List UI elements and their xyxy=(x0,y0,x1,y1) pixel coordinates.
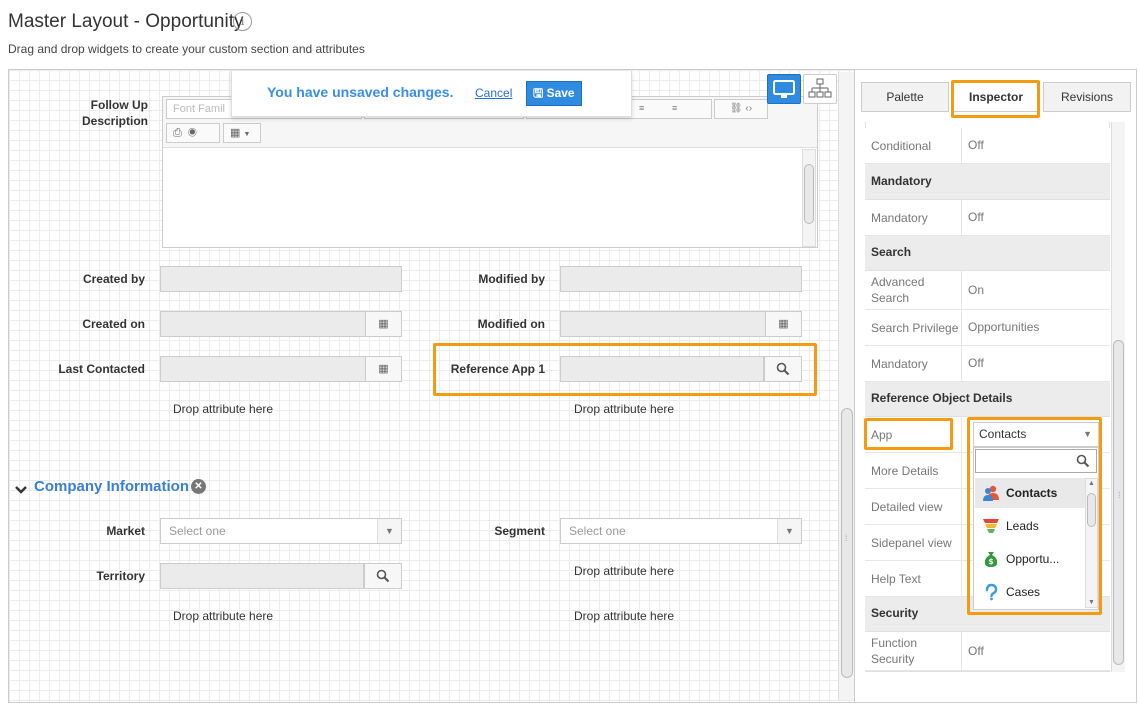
calendar-icon[interactable]: ▦ xyxy=(366,311,402,337)
rich-text-editor[interactable]: Font Famil ≡ ≡ ⛓ ‹› ⎙ ◉ ▦ ▼ xyxy=(162,96,818,248)
property-row: Conditional Off xyxy=(865,128,1110,164)
table-icon: ▦ xyxy=(230,127,241,139)
advanced-search-value[interactable]: On xyxy=(968,283,984,297)
last-contacted-field[interactable] xyxy=(160,356,366,382)
unsaved-message: You have unsaved changes. xyxy=(267,84,454,100)
calendar-icon[interactable]: ▦ xyxy=(366,356,402,382)
app-label-highlight xyxy=(864,418,953,450)
modified-by-label: Modified by xyxy=(478,272,545,286)
section-header: Search xyxy=(865,236,1110,271)
print-preview-buttons[interactable]: ⎙ ◉ xyxy=(166,123,220,143)
collapse-chevron-icon[interactable] xyxy=(14,483,28,497)
search-mandatory-value[interactable]: Off xyxy=(968,356,984,370)
page-subtitle: Drag and drop widgets to create your cus… xyxy=(8,42,365,56)
created-on-field[interactable] xyxy=(160,311,366,337)
preview-icon[interactable]: ◉ xyxy=(188,127,197,139)
segment-select[interactable]: Select one ▼ xyxy=(560,518,802,544)
property-row: Mandatory Off xyxy=(865,346,1110,382)
property-row: Search Privilege Opportunities xyxy=(865,310,1110,346)
inspector-scrollbar[interactable] xyxy=(1111,122,1125,672)
editor-scrollbar[interactable] xyxy=(802,149,816,247)
property-row: Advanced Search On xyxy=(865,271,1110,310)
property-row: Function Security Off xyxy=(865,632,1110,671)
territory-field[interactable] xyxy=(160,563,364,589)
unsaved-changes-bar: You have unsaved changes. Cancel 🖫 Save xyxy=(231,71,632,117)
created-by-field[interactable] xyxy=(160,266,402,292)
monitor-icon xyxy=(773,80,795,98)
drop-zone[interactable]: Drop attribute here xyxy=(173,609,273,623)
conditional-value[interactable]: Off xyxy=(968,138,984,152)
section-title: Company Information xyxy=(34,478,190,495)
modified-by-field[interactable] xyxy=(560,266,802,292)
canvas-scrollbar[interactable] xyxy=(838,72,854,700)
mandatory-value[interactable]: Off xyxy=(968,210,984,224)
tab-revisions[interactable]: Revisions xyxy=(1043,82,1131,112)
modified-on-field[interactable] xyxy=(560,311,766,337)
drop-zone[interactable]: Drop attribute here xyxy=(574,609,674,623)
market-label: Market xyxy=(106,524,145,538)
created-on-label: Created on xyxy=(82,317,145,331)
modified-on-label: Modified on xyxy=(477,317,545,331)
created-by-label: Created by xyxy=(82,272,145,286)
save-button[interactable]: 🖫 Save xyxy=(526,81,582,106)
hierarchy-view-button[interactable] xyxy=(803,74,837,104)
reference-app-highlight xyxy=(433,343,817,396)
table-button[interactable]: ▦ ▼ xyxy=(223,123,261,143)
section-header: Mandatory xyxy=(865,164,1110,200)
inspector-tab-highlight xyxy=(951,80,1040,118)
sitemap-icon xyxy=(808,78,832,98)
last-contacted-label: Last Contacted xyxy=(58,362,145,376)
drop-zone[interactable]: Drop attribute here xyxy=(173,402,273,416)
calendar-icon[interactable]: ▦ xyxy=(766,311,802,337)
remove-section-icon[interactable]: ✕ xyxy=(191,479,206,494)
search-icon[interactable] xyxy=(364,563,402,589)
follow-up-description-label: Follow Up Description xyxy=(81,98,148,128)
territory-label: Territory xyxy=(96,569,145,583)
link-buttons[interactable]: ⛓ ‹› xyxy=(714,99,768,119)
dropdown-arrow-icon: ▼ xyxy=(777,519,801,543)
search-privilege-value[interactable]: Opportunities xyxy=(968,320,1039,334)
market-select[interactable]: Select one ▼ xyxy=(160,518,402,544)
dropdown-arrow-icon: ▼ xyxy=(377,519,401,543)
resize-grip-icon[interactable]: ⁞ xyxy=(845,533,848,543)
desktop-view-button[interactable] xyxy=(767,74,801,104)
resize-grip-icon[interactable]: ⁞ xyxy=(1118,490,1121,500)
tab-palette[interactable]: Palette xyxy=(861,82,949,112)
save-icon: 🖫 xyxy=(533,86,544,100)
app-dropdown-highlight xyxy=(967,417,1102,615)
drop-zone[interactable]: Drop attribute here xyxy=(574,564,674,578)
page-title: Master Layout - Opportunity xyxy=(8,11,244,32)
function-security-value[interactable]: Off xyxy=(968,644,984,658)
segment-label: Segment xyxy=(494,524,545,538)
info-icon[interactable]: i xyxy=(233,12,252,31)
drop-zone[interactable]: Drop attribute here xyxy=(574,402,674,416)
cancel-link[interactable]: Cancel xyxy=(475,86,512,100)
section-header: Reference Object Details xyxy=(865,382,1110,417)
property-row: Mandatory Off xyxy=(865,200,1110,236)
print-icon[interactable]: ⎙ xyxy=(173,127,182,139)
